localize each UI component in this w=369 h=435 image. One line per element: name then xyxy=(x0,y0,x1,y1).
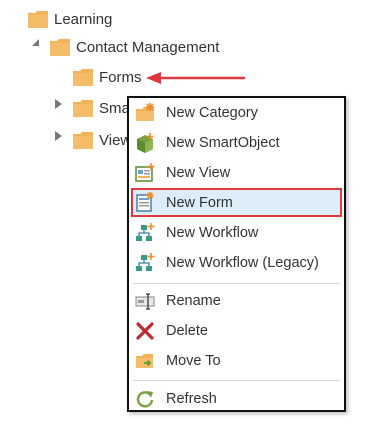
new-category-icon xyxy=(136,103,154,121)
tree-item-forms[interactable]: Forms xyxy=(73,65,142,89)
tree-item-smartobjects[interactable]: Sma xyxy=(73,96,130,120)
folder-icon xyxy=(28,10,48,28)
annotation-arrow-icon xyxy=(146,72,245,84)
menu-item-new-category[interactable]: New Category xyxy=(131,99,342,127)
refresh-icon xyxy=(136,391,154,408)
menu-item-refresh[interactable]: Refresh xyxy=(131,385,342,413)
menu-item-rename[interactable]: Rename xyxy=(131,287,342,315)
menu-item-label: New Workflow xyxy=(166,225,259,241)
menu-item-label: New SmartObject xyxy=(166,135,280,151)
menu-item-new-form[interactable]: New Form xyxy=(131,188,342,217)
menu-item-label: Move To xyxy=(166,353,221,369)
expander-closed-icon[interactable] xyxy=(55,99,62,109)
tree-item-label: Sma xyxy=(99,99,130,117)
menu-item-label: Delete xyxy=(166,323,208,339)
menu-item-new-smartobject[interactable]: New SmartObject xyxy=(131,129,342,157)
expander-closed-icon[interactable] xyxy=(55,131,62,141)
tree-item-label: Contact Management xyxy=(76,38,220,56)
folder-icon xyxy=(50,38,70,56)
menu-item-new-view[interactable]: New View xyxy=(131,159,342,187)
tree-item-label: Learning xyxy=(54,10,113,28)
tree-item-learning[interactable]: Learning xyxy=(28,7,112,31)
menu-item-new-workflow[interactable]: New Workflow xyxy=(131,219,342,247)
menu-item-new-workflow-legacy[interactable]: New Workflow (Legacy) xyxy=(131,249,342,277)
menu-item-move-to[interactable]: Move To xyxy=(131,347,342,375)
rename-icon xyxy=(135,293,155,310)
menu-item-delete[interactable]: Delete xyxy=(131,317,342,345)
folder-icon xyxy=(73,99,93,117)
menu-item-label: Refresh xyxy=(166,391,217,407)
context-menu: New Category New SmartObject New View Ne… xyxy=(127,96,346,412)
menu-separator xyxy=(133,380,340,381)
menu-item-label: New View xyxy=(166,165,231,181)
menu-item-label: New Workflow (Legacy) xyxy=(166,255,319,271)
new-view-icon xyxy=(135,163,155,182)
menu-item-label: New Category xyxy=(166,105,258,121)
new-smartobject-icon xyxy=(137,133,154,153)
folder-icon xyxy=(73,68,93,86)
new-workflow-legacy-icon xyxy=(136,253,155,271)
tree-item-contact-management[interactable]: Contact Management xyxy=(50,35,219,59)
menu-separator xyxy=(133,283,340,284)
new-workflow-icon xyxy=(136,223,155,241)
tree-item-label: Forms xyxy=(99,68,142,86)
move-to-icon xyxy=(136,354,153,368)
menu-item-label: New Form xyxy=(166,194,233,211)
delete-icon xyxy=(136,322,154,340)
tree-item-views[interactable]: View xyxy=(73,128,131,152)
menu-item-label: Rename xyxy=(166,293,221,309)
expander-open-icon[interactable] xyxy=(32,39,39,46)
new-form-icon xyxy=(136,192,154,212)
folder-icon xyxy=(73,131,93,149)
